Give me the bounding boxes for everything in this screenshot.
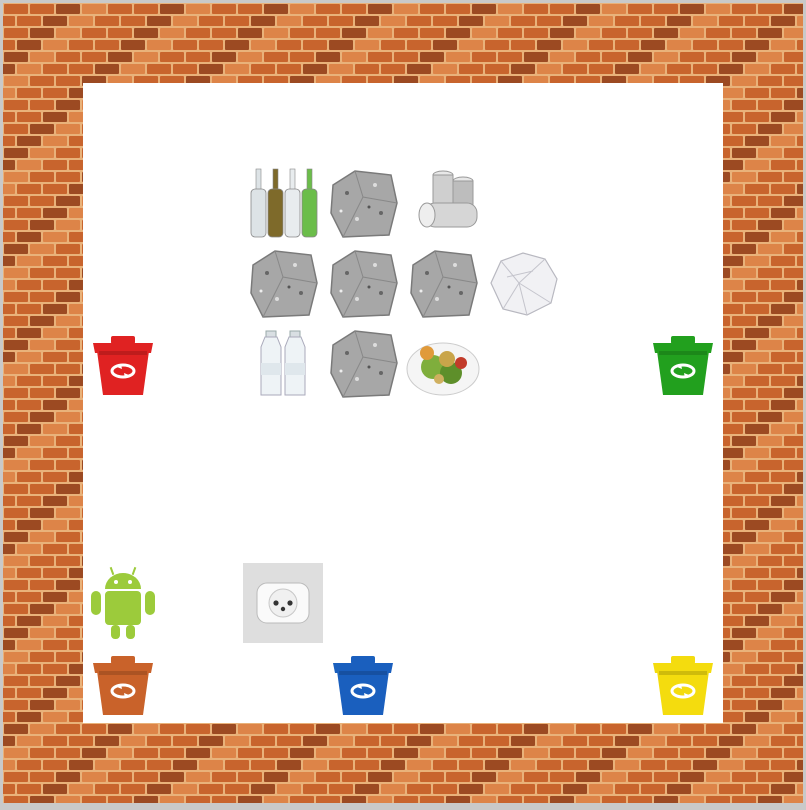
metal-cans-icon [403, 163, 483, 243]
game-board [3, 3, 803, 803]
crumpled-paper-icon [483, 243, 563, 323]
blue-recycling-bin-icon [323, 643, 403, 723]
green-recycling-bin-icon [643, 323, 723, 403]
stone-icon [323, 163, 403, 243]
stone-icon [323, 323, 403, 403]
food-waste-icon [403, 323, 483, 403]
plastic-bottles-icon [243, 323, 323, 403]
red-recycling-bin-icon [83, 323, 163, 403]
power-outlet-icon [243, 563, 323, 643]
glass-bottles-icon [243, 163, 323, 243]
stone-icon [243, 243, 323, 323]
orange-recycling-bin-icon [83, 643, 163, 723]
stone-icon [403, 243, 483, 323]
play-field[interactable] [83, 83, 723, 723]
stone-icon [323, 243, 403, 323]
android-robot-icon[interactable] [83, 563, 163, 643]
yellow-recycling-bin-icon [643, 643, 723, 723]
